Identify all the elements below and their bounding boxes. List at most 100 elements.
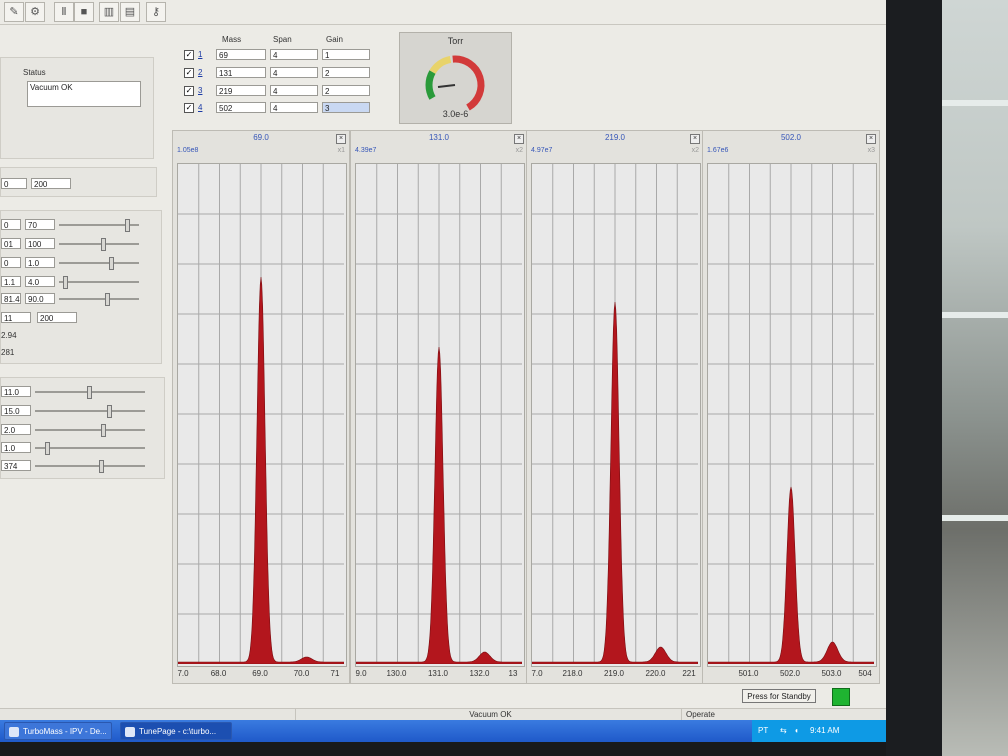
tune-field-1b[interactable]: 70 (25, 219, 55, 230)
pane-close-icon[interactable]: × (690, 134, 700, 144)
language-indicator[interactable]: PT (758, 720, 768, 742)
x-tick-label: 13 (508, 669, 518, 678)
standby-button[interactable]: Press for Standby (742, 689, 816, 703)
channel-1-index[interactable]: 1 (198, 50, 202, 59)
channel-4-gain[interactable]: 3 (322, 102, 370, 113)
background-window (942, 0, 1008, 756)
lens-slider-3[interactable] (35, 424, 145, 437)
key-icon[interactable]: ⚷ (146, 2, 166, 22)
spectrum-pane-2: 131.0 × 4.39e7 x2 9.0 130.0 131.0 132.0 13 (350, 130, 528, 684)
spectrum-plot[interactable] (355, 163, 525, 667)
channel-4-mass[interactable]: 502 (216, 102, 266, 113)
x-axis-ticks: 501.0 502.0 503.0 504 (703, 669, 879, 681)
x-tick-label: 70.0 (293, 669, 310, 678)
status-textbox[interactable]: Vacuum OK (27, 81, 141, 107)
readback-1: 2.94 (1, 331, 17, 340)
x-tick-label: 219.0 (603, 669, 625, 678)
spectrum-plot[interactable] (177, 163, 347, 667)
lens-slider-5[interactable] (35, 460, 145, 473)
x-tick-label: 71 (330, 669, 340, 678)
spectrum-svg (177, 164, 345, 665)
channel-4-span[interactable]: 4 (270, 102, 318, 113)
task-turbomass-label: TurboMass - IPV - De... (23, 727, 107, 736)
tune-field-6a[interactable]: 11 (1, 312, 31, 323)
tune-slider-4[interactable] (59, 276, 139, 289)
tune-field-6b[interactable]: 200 (37, 312, 77, 323)
channel-3-mass[interactable]: 219 (216, 85, 266, 96)
tune-field-4a[interactable]: 1.1 (1, 276, 21, 287)
tune-field-5a[interactable]: 81.4 (1, 293, 21, 304)
channel-3-gain[interactable]: 2 (322, 85, 370, 96)
lens-field-4[interactable]: 1.0 (1, 442, 31, 453)
pane-scale: 4.97e7 (531, 147, 553, 154)
channel-3-checkbox[interactable]: ✓ (184, 86, 194, 96)
channel-1-mass[interactable]: 69 (216, 49, 266, 60)
channel-2-mass[interactable]: 131 (216, 67, 266, 78)
tune-slider-5[interactable] (59, 293, 139, 306)
lens-field-2[interactable]: 15.0 (1, 405, 31, 416)
channel-2-span[interactable]: 4 (270, 67, 318, 78)
background-frame (942, 312, 1008, 318)
task-tunepage[interactable]: TunePage - c:\turbo... (120, 722, 232, 740)
pane-title: 131.0 (428, 133, 450, 142)
tune-field-3b[interactable]: 1.0 (25, 257, 55, 268)
spectrum-icon[interactable]: ▥ (99, 2, 119, 22)
spectrum-peak (531, 301, 699, 665)
lens-field-3[interactable]: 2.0 (1, 424, 31, 435)
task-turbomass[interactable]: TurboMass - IPV - De... (4, 722, 112, 740)
tune-field-1a[interactable]: 0 (1, 219, 21, 230)
pane-close-icon[interactable]: × (514, 134, 524, 144)
network-icon[interactable]: ⇆ (780, 720, 787, 742)
status-label: Status (23, 68, 46, 77)
tune-slider-1[interactable] (59, 219, 139, 232)
x-tick-label: 220.0 (645, 669, 666, 678)
spectrum-pane-3: 219.0 × 4.97e7 x2 7.0 218.0 219.0 220.0 221 (526, 130, 704, 684)
readback-2: 281 (1, 348, 15, 357)
tools-icon[interactable]: ⚙ (25, 2, 45, 22)
volume-icon[interactable]: ◖ (794, 720, 799, 742)
channel-4-checkbox[interactable]: ✓ (184, 103, 194, 113)
tune-field-5b[interactable]: 90.0 (25, 293, 55, 304)
system-tray: PT ⇆ ◖ 9:41 AM (752, 720, 886, 742)
spectrum-pane-1: 69.0 × 1.05e8 x1 7.0 68.0 69.0 70.0 71 (172, 130, 350, 684)
range-high-field[interactable]: 200 (31, 178, 71, 189)
pen-icon[interactable]: ✎ (4, 2, 24, 22)
lens-slider-1[interactable] (35, 386, 145, 399)
monitor-bezel (886, 0, 942, 756)
tune-slider-2[interactable] (59, 238, 139, 251)
gauge-dial (425, 55, 485, 111)
background-frame (942, 100, 1008, 106)
toolbar: ✎ ⚙ Ⅱ ■ ▥ ▤ ⚷ (0, 0, 886, 25)
tune-field-2b[interactable]: 100 (25, 238, 55, 249)
background-frame (942, 515, 1008, 521)
tune-field-2a[interactable]: 01 (1, 238, 21, 249)
channel-1-gain[interactable]: 1 (322, 49, 370, 60)
tune-field-4b[interactable]: 4.0 (25, 276, 55, 287)
pane-close-icon[interactable]: × (336, 134, 346, 144)
stop-icon[interactable]: ■ (74, 2, 94, 22)
channel-1-checkbox[interactable]: ✓ (184, 50, 194, 60)
tune-field-3a[interactable]: 0 (1, 257, 21, 268)
spectrum-plot[interactable] (707, 163, 877, 667)
pane-close-icon[interactable]: × (866, 134, 876, 144)
spectrum-plot[interactable] (531, 163, 701, 667)
time-display: 9:41 AM (810, 726, 840, 735)
range-low-field[interactable]: 0 (1, 178, 27, 189)
lens-slider-2[interactable] (35, 405, 145, 418)
tune-slider-3[interactable] (59, 257, 139, 270)
channel-2-gain[interactable]: 2 (322, 67, 370, 78)
channel-1-span[interactable]: 4 (270, 49, 318, 60)
pause-icon[interactable]: Ⅱ (54, 2, 74, 22)
lens-slider-4[interactable] (35, 442, 145, 455)
chart-icon[interactable]: ▤ (120, 2, 140, 22)
lens-field-5[interactable]: 374 (1, 460, 31, 471)
lens-field-1[interactable]: 11.0 (1, 386, 31, 397)
channel-4-index[interactable]: 4 (198, 103, 202, 112)
app-icon (9, 727, 19, 737)
channel-2-checkbox[interactable]: ✓ (184, 68, 194, 78)
task-tunepage-label: TunePage - c:\turbo... (139, 727, 217, 736)
channel-3-span[interactable]: 4 (270, 85, 318, 96)
channel-2-index[interactable]: 2 (198, 68, 202, 77)
channel-3-index[interactable]: 3 (198, 86, 202, 95)
spectrum-svg (707, 164, 875, 665)
